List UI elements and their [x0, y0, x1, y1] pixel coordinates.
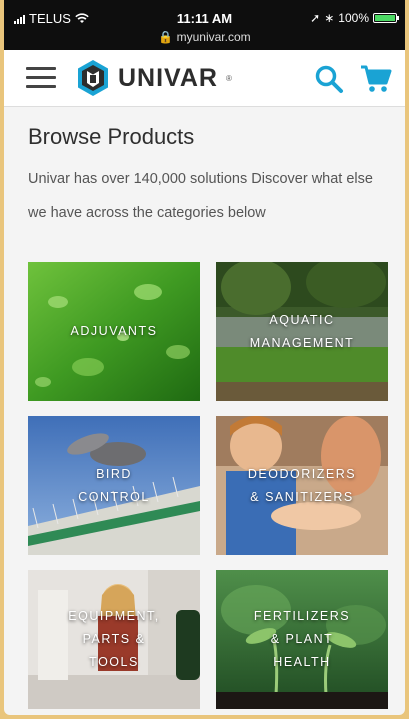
- category-label: BIRD CONTROL: [78, 466, 150, 504]
- system-indicators: ➚ ∗ 100%: [310, 11, 399, 25]
- address-bar[interactable]: 🔒 myunivar.com: [4, 30, 405, 44]
- category-tile-deodorizers-sanitizers[interactable]: DEODORIZERS & SANITIZERS: [216, 416, 388, 555]
- registered-mark: ®: [225, 73, 232, 83]
- category-label: AQUATIC MANAGEMENT: [249, 312, 355, 350]
- category-tile-equipment-parts-tools[interactable]: EQUIPMENT, PARTS & TOOLS: [28, 570, 200, 709]
- category-label: EQUIPMENT, PARTS & TOOLS: [68, 609, 160, 669]
- battery-percent: 100%: [338, 11, 369, 25]
- location-icon: ➚: [310, 11, 321, 25]
- status-bar: TELUS 11:11 AM 🔒 myunivar.com ➚ ∗ 100%: [4, 0, 405, 50]
- lock-icon: 🔒: [158, 30, 174, 44]
- category-label: DEODORIZERS & SANITIZERS: [247, 466, 357, 504]
- category-label: ADJUVANTS: [70, 324, 158, 338]
- battery-icon: [373, 13, 399, 23]
- category-tile-bird-control[interactable]: BIRD CONTROL: [28, 416, 200, 555]
- hamburger-menu-icon[interactable]: [26, 67, 56, 89]
- cart-icon[interactable]: [360, 64, 392, 94]
- bluetooth-icon: ∗: [324, 11, 335, 25]
- phone-screen: TELUS 11:11 AM 🔒 myunivar.com ➚ ∗ 100% U…: [4, 0, 405, 715]
- brand-name: UNIVAR: [118, 63, 218, 92]
- category-tile-fertilizers-plant-health[interactable]: FERTILIZERS & PLANT HEALTH: [216, 570, 388, 709]
- page-title: Browse Products: [28, 124, 195, 149]
- category-tile-aquatic-management[interactable]: AQUATIC MANAGEMENT: [216, 262, 388, 401]
- url-text: myunivar.com: [176, 30, 251, 44]
- category-tile-adjuvants[interactable]: ADJUVANTS: [28, 262, 200, 401]
- category-label: FERTILIZERS & PLANT HEALTH: [253, 609, 351, 669]
- search-icon[interactable]: [314, 64, 344, 94]
- univar-logo[interactable]: UNIVAR ®: [76, 59, 232, 97]
- site-header: UNIVAR ®: [4, 50, 405, 107]
- univar-logo-icon: [78, 60, 108, 96]
- page-description: Univar has over 140,000 solutions Discov…: [28, 171, 373, 221]
